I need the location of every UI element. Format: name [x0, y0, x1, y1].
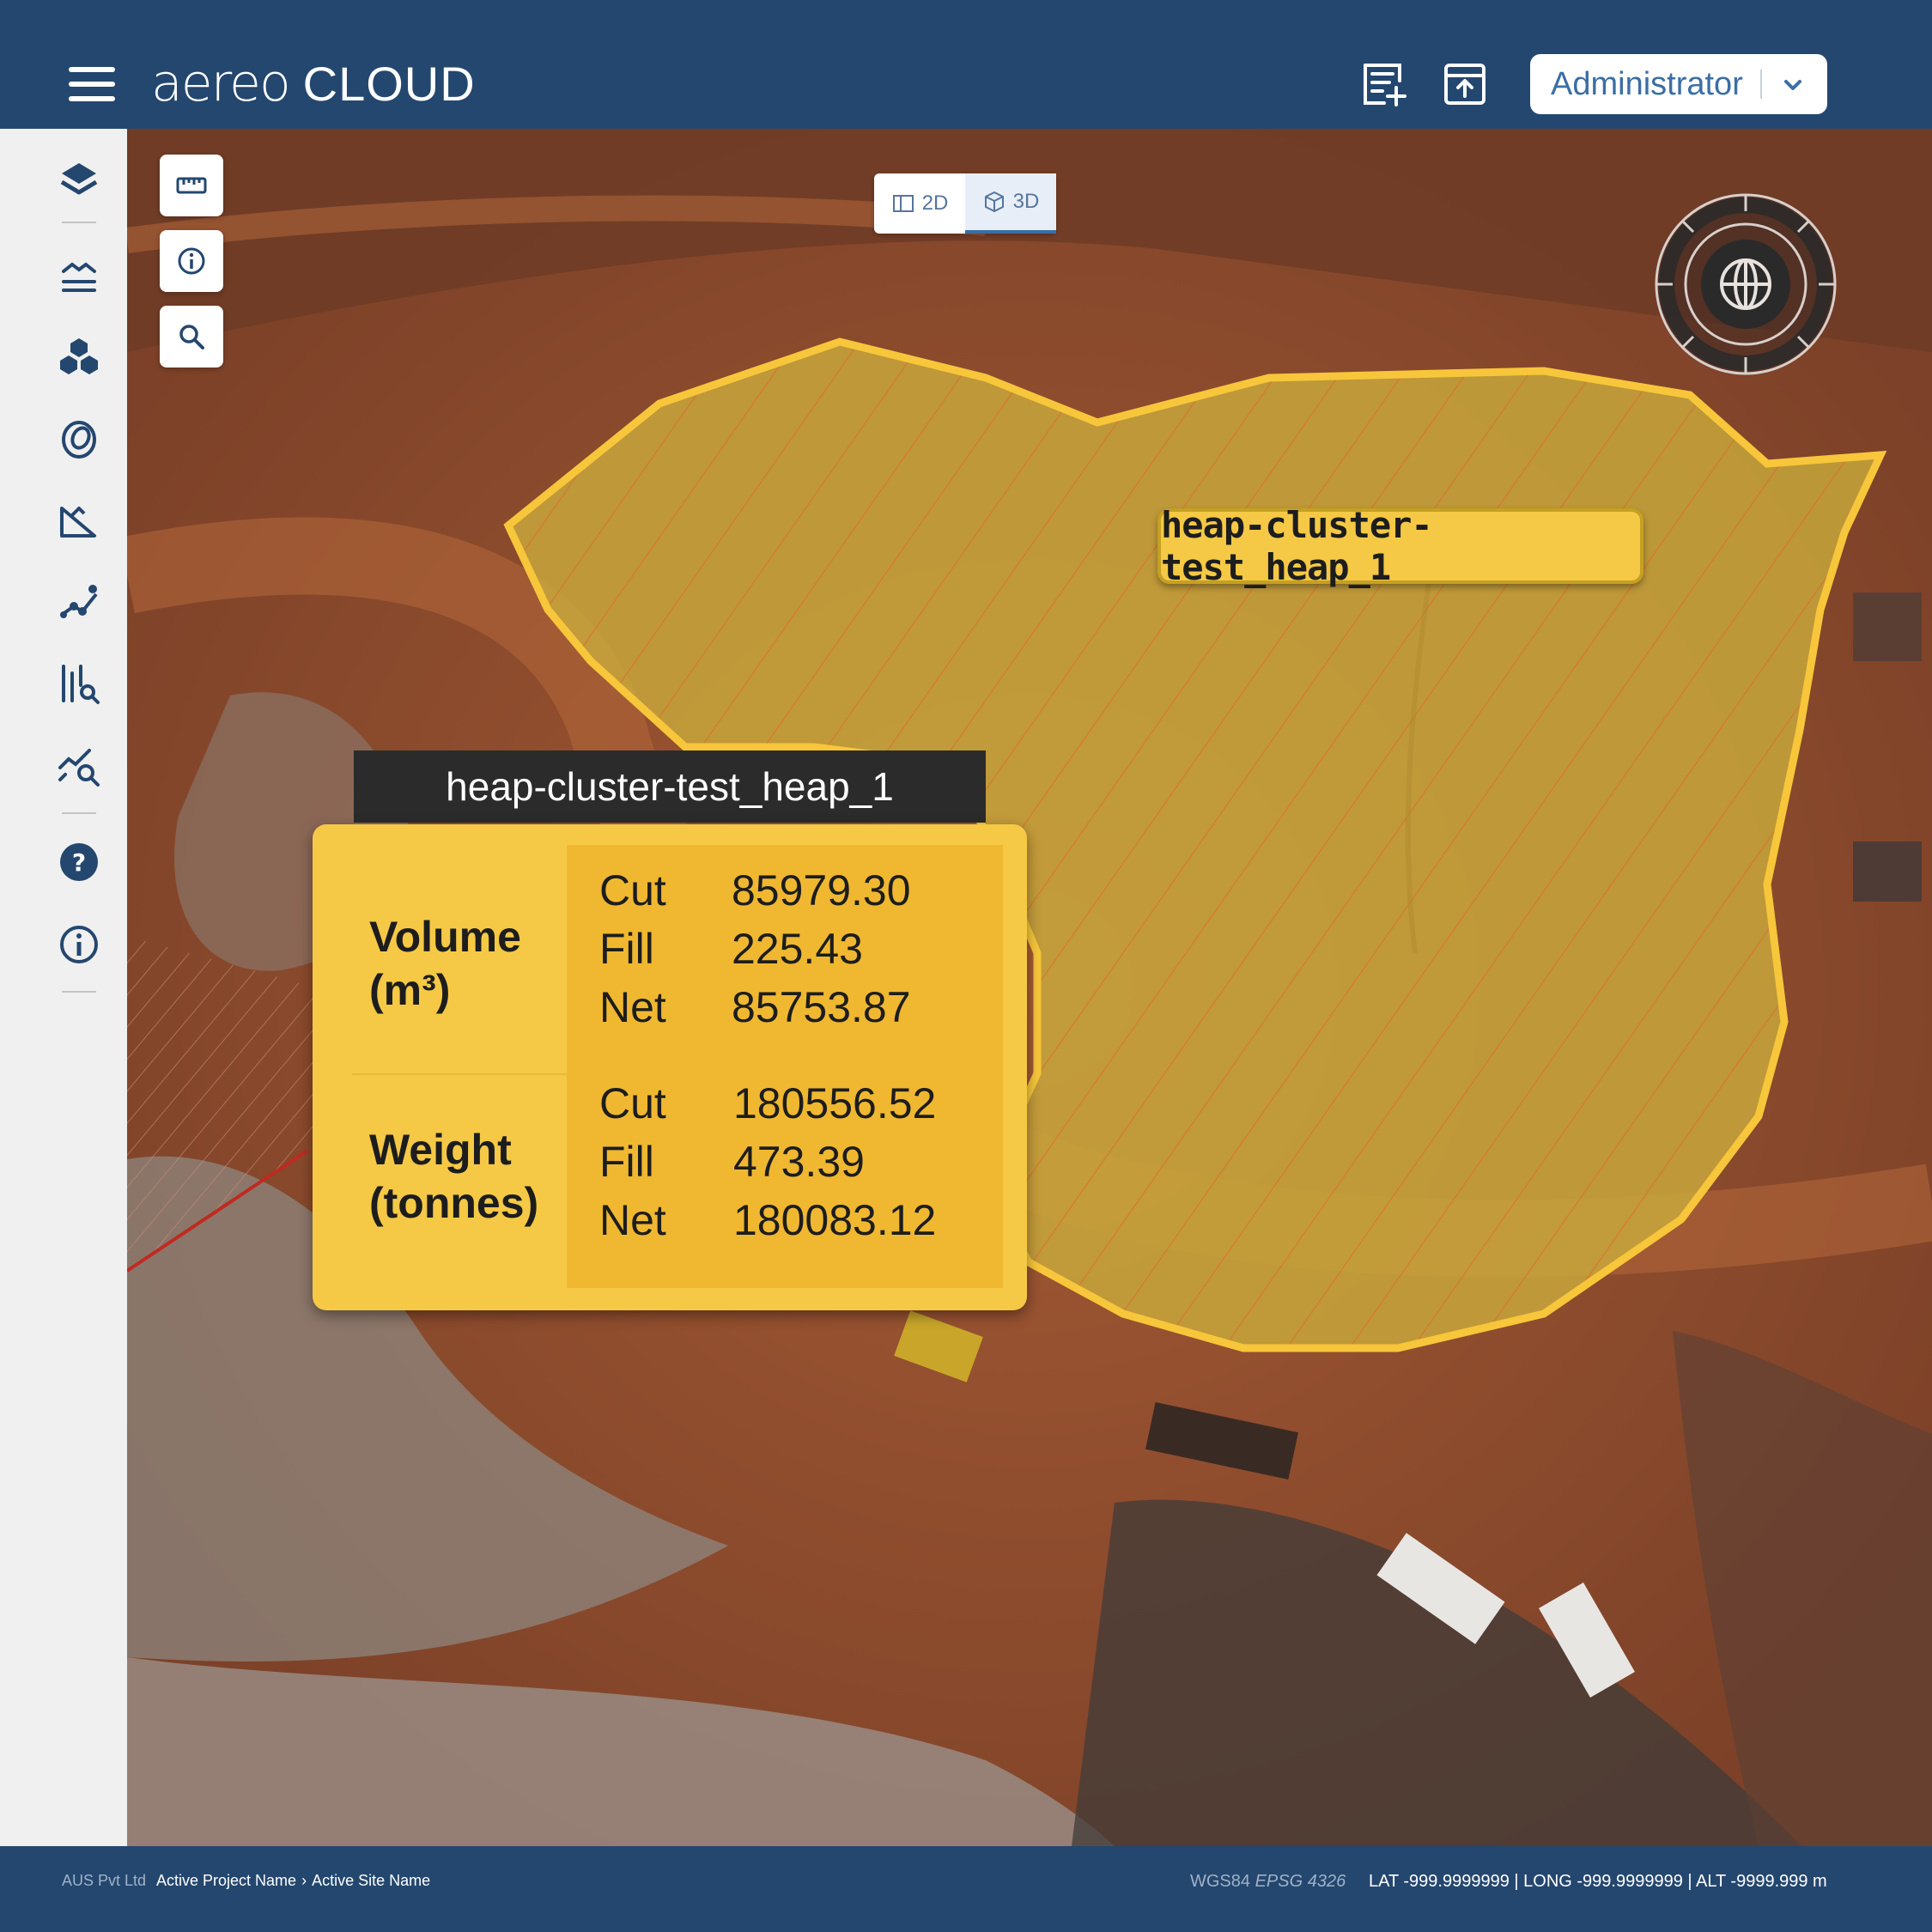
- map-viewport[interactable]: 2D 3D heap-cluster-test_heap_1 heap-clus…: [127, 129, 1932, 1846]
- alignment-icon[interactable]: [55, 577, 103, 625]
- help-icon[interactable]: ?: [55, 838, 103, 886]
- heap-measurement-popup: Volume (m³) Cut 85979.30 Fill 225.43 Net…: [313, 824, 1027, 1310]
- weight-heading: Weight (tonnes): [369, 1123, 538, 1230]
- weight-cut-value: 180556.52: [733, 1079, 937, 1127]
- view-3d-button[interactable]: 3D: [965, 173, 1056, 234]
- info-icon[interactable]: [55, 920, 103, 969]
- sidebar-divider: [62, 222, 96, 223]
- stockpiles-icon[interactable]: [55, 333, 103, 381]
- status-bar: AUS Pvt Ltd Active Project Name › Active…: [0, 1846, 1932, 1932]
- new-report-icon[interactable]: [1360, 60, 1408, 108]
- volume-fill-value: 225.43: [732, 925, 863, 973]
- top-bar: aereo CLOUD Administrator: [0, 0, 1932, 129]
- volume-heading: Volume (m³): [369, 910, 521, 1017]
- chevron-right-icon: ›: [301, 1872, 307, 1889]
- heap-map-label[interactable]: heap-cluster-test_heap_1: [1157, 504, 1643, 588]
- volume-cut-label: Cut: [599, 866, 666, 914]
- breadcrumb-project[interactable]: Active Project Name: [156, 1872, 296, 1890]
- crs-code: EPSG 4326: [1255, 1872, 1346, 1891]
- volume-fill-label: Fill: [599, 925, 654, 973]
- slope-icon[interactable]: [55, 496, 103, 544]
- cube-3d-icon: [984, 191, 1004, 212]
- logo-text: CLOUD: [302, 56, 476, 111]
- sidebar-divider: [62, 991, 96, 993]
- view-2d-label: 2D: [921, 191, 949, 215]
- popup-divider: [352, 1073, 567, 1075]
- weight-cut-label: Cut: [599, 1079, 666, 1127]
- weight-heading-title: Weight: [369, 1126, 512, 1174]
- analytics-search-icon[interactable]: [55, 742, 103, 790]
- popup-title: heap-cluster-test_heap_1: [354, 750, 986, 823]
- chevron-down-icon: [1784, 80, 1801, 90]
- layers-icon[interactable]: [55, 156, 103, 204]
- globe-icon: [1720, 258, 1771, 310]
- elevation-icon[interactable]: [55, 252, 103, 301]
- crs-name: WGS84: [1190, 1872, 1251, 1891]
- crs-readout: WGS84 EPSG 4326: [1190, 1872, 1346, 1892]
- search-tool-button[interactable]: [160, 306, 223, 368]
- map-2d-icon: [892, 195, 914, 212]
- svg-text:?: ?: [72, 848, 86, 877]
- measure-tool-button[interactable]: [160, 155, 223, 216]
- menu-icon[interactable]: [69, 67, 115, 101]
- weight-net-value: 180083.12: [733, 1196, 937, 1244]
- cross-section-icon[interactable]: [55, 659, 103, 708]
- breadcrumb-site[interactable]: Active Site Name: [312, 1872, 430, 1890]
- weight-net-label: Net: [599, 1196, 666, 1244]
- weight-fill-label: Fill: [599, 1138, 654, 1186]
- weight-heading-unit: (tonnes): [369, 1179, 539, 1227]
- contours-icon[interactable]: [55, 416, 103, 464]
- company-name: AUS Pvt Ltd: [62, 1872, 147, 1889]
- sidebar-divider: [62, 812, 96, 814]
- volume-heading-title: Volume: [369, 913, 521, 961]
- info-tool-button[interactable]: [160, 230, 223, 292]
- logo-mark: aereo: [151, 53, 291, 113]
- user-role-label: Administrator: [1551, 65, 1743, 102]
- ruler-icon: [176, 177, 207, 194]
- search-icon: [179, 325, 204, 349]
- volume-net-label: Net: [599, 983, 666, 1031]
- coordinate-readout: LAT -999.9999999 | LONG -999.9999999 | A…: [1369, 1872, 1827, 1891]
- left-sidebar: ?: [0, 129, 127, 1846]
- select-divider: [1760, 70, 1762, 99]
- info-icon: [178, 247, 205, 275]
- view-mode-toggle: 2D 3D: [874, 173, 1056, 234]
- upload-archive-icon[interactable]: [1441, 60, 1489, 108]
- volume-net-value: 85753.87: [732, 983, 911, 1031]
- breadcrumb: Active Project Name › Active Site Name: [156, 1872, 430, 1890]
- navigation-compass[interactable]: [1654, 192, 1838, 376]
- view-2d-button[interactable]: 2D: [874, 173, 965, 234]
- app-logo: aereo CLOUD: [151, 53, 476, 113]
- weight-fill-value: 473.39: [733, 1138, 865, 1186]
- volume-heading-unit: (m³): [369, 966, 451, 1014]
- user-role-select[interactable]: Administrator: [1530, 54, 1827, 114]
- volume-cut-value: 85979.30: [732, 866, 911, 914]
- view-3d-label: 3D: [1012, 190, 1040, 213]
